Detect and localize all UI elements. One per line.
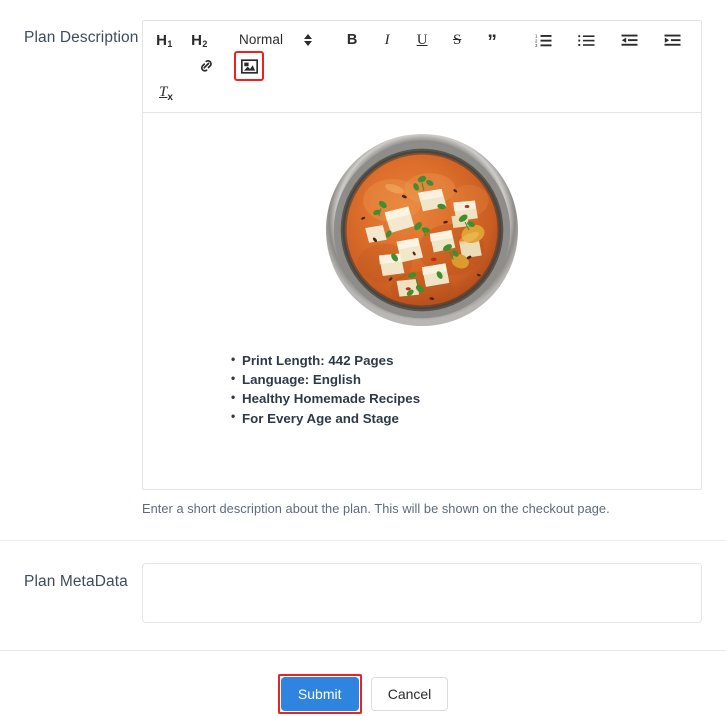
- underline-button[interactable]: U: [409, 27, 435, 53]
- plan-metadata-input[interactable]: [142, 562, 702, 623]
- plan-description-label: Plan Description: [24, 29, 139, 46]
- heading-2-glyph: H2: [191, 31, 208, 49]
- ordered-list-icon: 1 2 3: [535, 33, 552, 48]
- plan-description-row: Plan Description H1 H2 Normal B I U S ” …: [0, 0, 726, 518]
- cancel-button[interactable]: Cancel: [370, 676, 449, 711]
- link-button[interactable]: [193, 53, 219, 79]
- strikethrough-button[interactable]: S: [444, 27, 470, 53]
- strikethrough-glyph: S: [452, 31, 462, 48]
- plan-metadata-control: [142, 562, 702, 628]
- heading-2-button[interactable]: H2: [186, 27, 212, 53]
- blockquote-button[interactable]: ”: [479, 27, 505, 53]
- plan-description-help-text: Enter a short description about the plan…: [142, 501, 610, 516]
- link-icon: [198, 58, 215, 74]
- bullet-list-icon: [577, 33, 595, 48]
- plan-metadata-row: Plan MetaData: [0, 541, 726, 628]
- quote-glyph: ”: [487, 32, 497, 54]
- list-item: Language: English: [231, 371, 686, 390]
- clear-formatting-glyph: Tx: [159, 84, 173, 103]
- list-item: Print Length: 442 Pages: [231, 351, 686, 371]
- clear-formatting-button[interactable]: Tx: [153, 81, 179, 107]
- insert-image-button[interactable]: [234, 51, 264, 81]
- ordered-list-button[interactable]: 1 2 3: [530, 27, 556, 53]
- indent-icon: [664, 33, 681, 48]
- image-icon: [240, 58, 258, 74]
- list-item: Healthy Homemade Recipes: [231, 390, 686, 409]
- editor-toolbar: H1 H2 Normal B I U S ” 1 2 3 Tx: [143, 21, 701, 113]
- rich-text-editor[interactable]: H1 H2 Normal B I U S ” 1 2 3 Tx • Print …: [142, 20, 702, 490]
- italic-button[interactable]: I: [374, 27, 400, 53]
- format-picker-value: Normal: [239, 32, 284, 48]
- svg-text:3: 3: [535, 43, 538, 48]
- form-actions: Submit Cancel: [0, 651, 726, 714]
- italic-glyph: I: [384, 31, 390, 48]
- bold-glyph: B: [346, 31, 358, 48]
- heading-1-button[interactable]: H1: [151, 27, 177, 53]
- submit-button-highlight: Submit: [277, 673, 362, 714]
- dish-image[interactable]: [324, 132, 520, 328]
- bold-button[interactable]: B: [339, 27, 365, 53]
- indent-button[interactable]: [659, 27, 685, 53]
- format-picker[interactable]: Normal: [237, 27, 314, 53]
- plan-metadata-label: Plan MetaData: [24, 572, 128, 590]
- outdent-button[interactable]: [616, 27, 642, 53]
- editor-content-area[interactable]: Print Length: 442 Pages Language: Englis…: [143, 113, 701, 489]
- heading-1-glyph: H1: [156, 31, 173, 49]
- editor-image-block: [158, 125, 686, 331]
- outdent-icon: [621, 33, 638, 48]
- plan-description-control: H1 H2 Normal B I U S ” 1 2 3 Tx • Print …: [142, 20, 702, 518]
- list-item: For Every Age and Stage: [231, 409, 686, 429]
- chevron-updown-icon: [304, 34, 313, 46]
- dish-image-graphic: [325, 133, 519, 327]
- submit-button[interactable]: Submit: [280, 676, 359, 711]
- underline-glyph: U: [416, 31, 428, 48]
- editor-toolbar-row-2: Tx: [151, 81, 695, 107]
- bullet-list-button[interactable]: [573, 27, 599, 53]
- description-bullet-list: Print Length: 442 Pages Language: Englis…: [158, 351, 686, 429]
